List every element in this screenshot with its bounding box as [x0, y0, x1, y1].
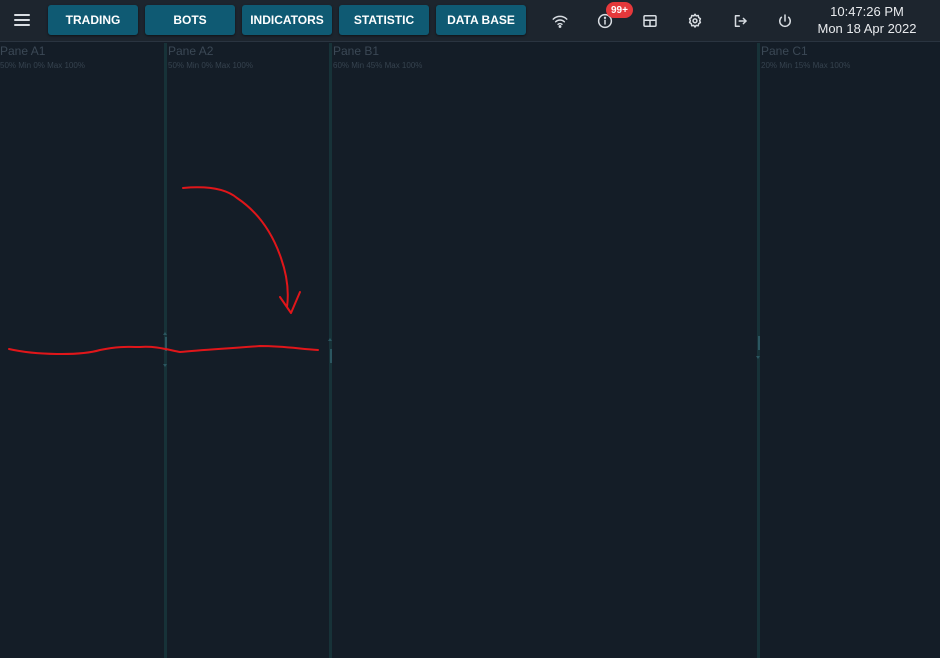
- nav-database-button[interactable]: DATA BASE: [436, 5, 526, 35]
- clock-time: 10:47:26 PM: [830, 4, 904, 19]
- nav-bots-button[interactable]: BOTS: [145, 5, 235, 35]
- nav-indicators-button[interactable]: INDICATORS: [242, 5, 332, 35]
- hamburger-menu-icon[interactable]: [12, 12, 32, 28]
- top-toolbar: TRADING BOTS INDICATORS STATISTIC DATA B…: [0, 0, 940, 42]
- pane-size-info: 60% Min 45% Max 100%: [333, 61, 423, 70]
- pane-title: Pane A2: [168, 44, 214, 58]
- wifi-icon[interactable]: [549, 10, 571, 32]
- nav-statistic-button[interactable]: STATISTIC: [339, 5, 429, 35]
- gear-icon[interactable]: [684, 10, 706, 32]
- pane-title: Pane A1: [0, 44, 46, 58]
- pane-a2: Pane A2 50% Min 0% Max 100%: [168, 43, 329, 658]
- logout-icon[interactable]: [729, 10, 751, 32]
- splitter-grip[interactable]: [164, 337, 167, 351]
- pane-size-info: 50% Min 0% Max 100%: [0, 61, 85, 70]
- notification-badge: 99+: [606, 2, 633, 18]
- pane-size-info: 50% Min 0% Max 100%: [168, 61, 253, 70]
- power-icon[interactable]: [774, 10, 796, 32]
- layout-icon[interactable]: [639, 10, 661, 32]
- splitter-grip[interactable]: [329, 349, 332, 363]
- splitter-grip[interactable]: [757, 336, 760, 350]
- pane-splitter-b[interactable]: [328, 43, 332, 658]
- pane-splitter-c[interactable]: [756, 43, 760, 658]
- clock-date: Mon 18 Apr 2022: [817, 21, 917, 36]
- pane-b1: Pane B1 60% Min 45% Max 100%: [333, 43, 757, 658]
- nav-trading-button[interactable]: TRADING: [48, 5, 138, 35]
- clock: 10:47:26 PM Mon 18 Apr 2022: [812, 3, 922, 37]
- pane-title: Pane C1: [761, 44, 808, 58]
- pane-splitter-a[interactable]: [163, 43, 167, 658]
- pane-size-info: 20% Min 15% Max 100%: [761, 61, 851, 70]
- pane-title: Pane B1: [333, 44, 380, 58]
- pane-a1: Pane A1 50% Min 0% Max 100%: [0, 43, 164, 658]
- pane-c1: Pane C1 20% Min 15% Max 100%: [761, 43, 940, 658]
